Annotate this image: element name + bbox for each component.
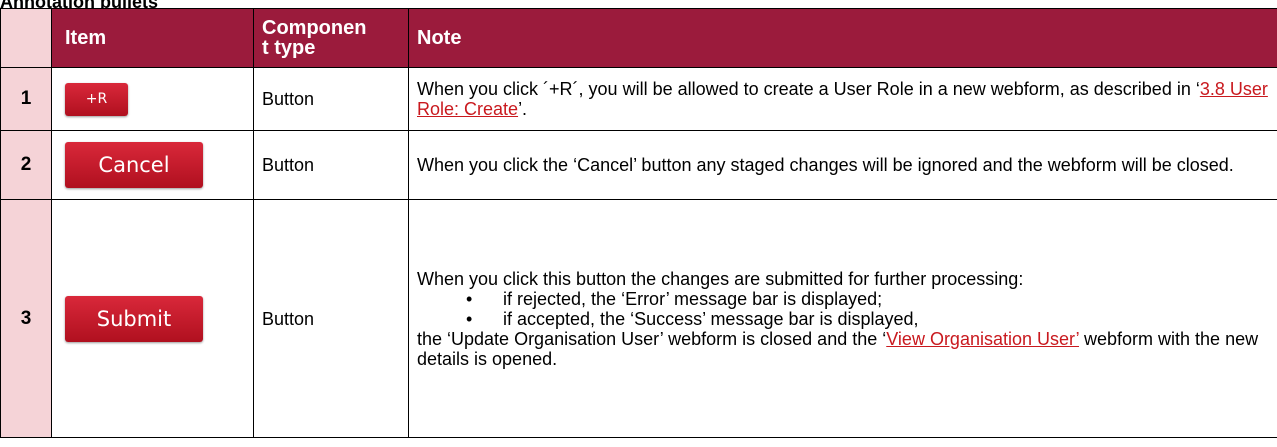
table-row: 1 +R Button When you click ´+R´, you wil…	[0, 67, 1277, 131]
note-bullet: if accepted, the ‘Success’ message bar i…	[417, 309, 1269, 329]
table-row: 2 Cancel Button When you click the ‘Canc…	[0, 130, 1277, 200]
header-item: Item	[51, 8, 254, 68]
note-text: When you click ´+R´, you will be allowed…	[417, 79, 1200, 99]
row-number: 2	[0, 130, 52, 200]
view-organisation-user-link[interactable]: View Organisation User’	[886, 329, 1079, 349]
header-note: Note	[408, 8, 1277, 68]
component-type-cell: Button	[253, 199, 409, 438]
header-component-type-line2: t type	[262, 37, 316, 59]
note-cell: When you click this button the changes a…	[408, 199, 1277, 438]
submit-button[interactable]: Submit	[65, 295, 203, 342]
component-type-cell: Button	[253, 130, 409, 200]
item-cell: Cancel	[51, 130, 254, 200]
note-text-end: ’.	[518, 99, 528, 119]
add-role-button[interactable]: +R	[65, 82, 128, 116]
cancel-button[interactable]: Cancel	[65, 142, 203, 188]
table-row: 3 Submit Button When you click this butt…	[0, 199, 1277, 438]
row-number: 1	[0, 67, 52, 131]
header-number-cell	[0, 8, 52, 68]
item-cell: +R	[51, 67, 254, 131]
note-outro-text: the ‘Update Organisation User’ webform i…	[417, 328, 887, 349]
note-intro: When you click this button the changes a…	[417, 268, 1024, 289]
item-cell: Submit	[51, 199, 254, 438]
component-type-cell: Button	[253, 67, 409, 131]
note-bullet: if rejected, the ‘Error’ message bar is …	[417, 289, 1269, 309]
note-cell: When you click ´+R´, you will be allowed…	[408, 67, 1277, 131]
row-number: 3	[0, 199, 52, 438]
table-header-row: Item Componen t type Note	[0, 8, 1277, 68]
header-component-type: Componen t type	[253, 8, 409, 68]
annotation-table: Item Componen t type Note 1 +R Button Wh…	[0, 8, 1277, 438]
note-outro: the ‘Update Organisation User’ webform i…	[417, 329, 1269, 369]
note-bullet-list: if rejected, the ‘Error’ message bar is …	[417, 289, 1269, 329]
note-cell: When you click the ‘Cancel’ button any s…	[408, 130, 1277, 200]
header-component-type-line1: Componen	[262, 17, 367, 39]
